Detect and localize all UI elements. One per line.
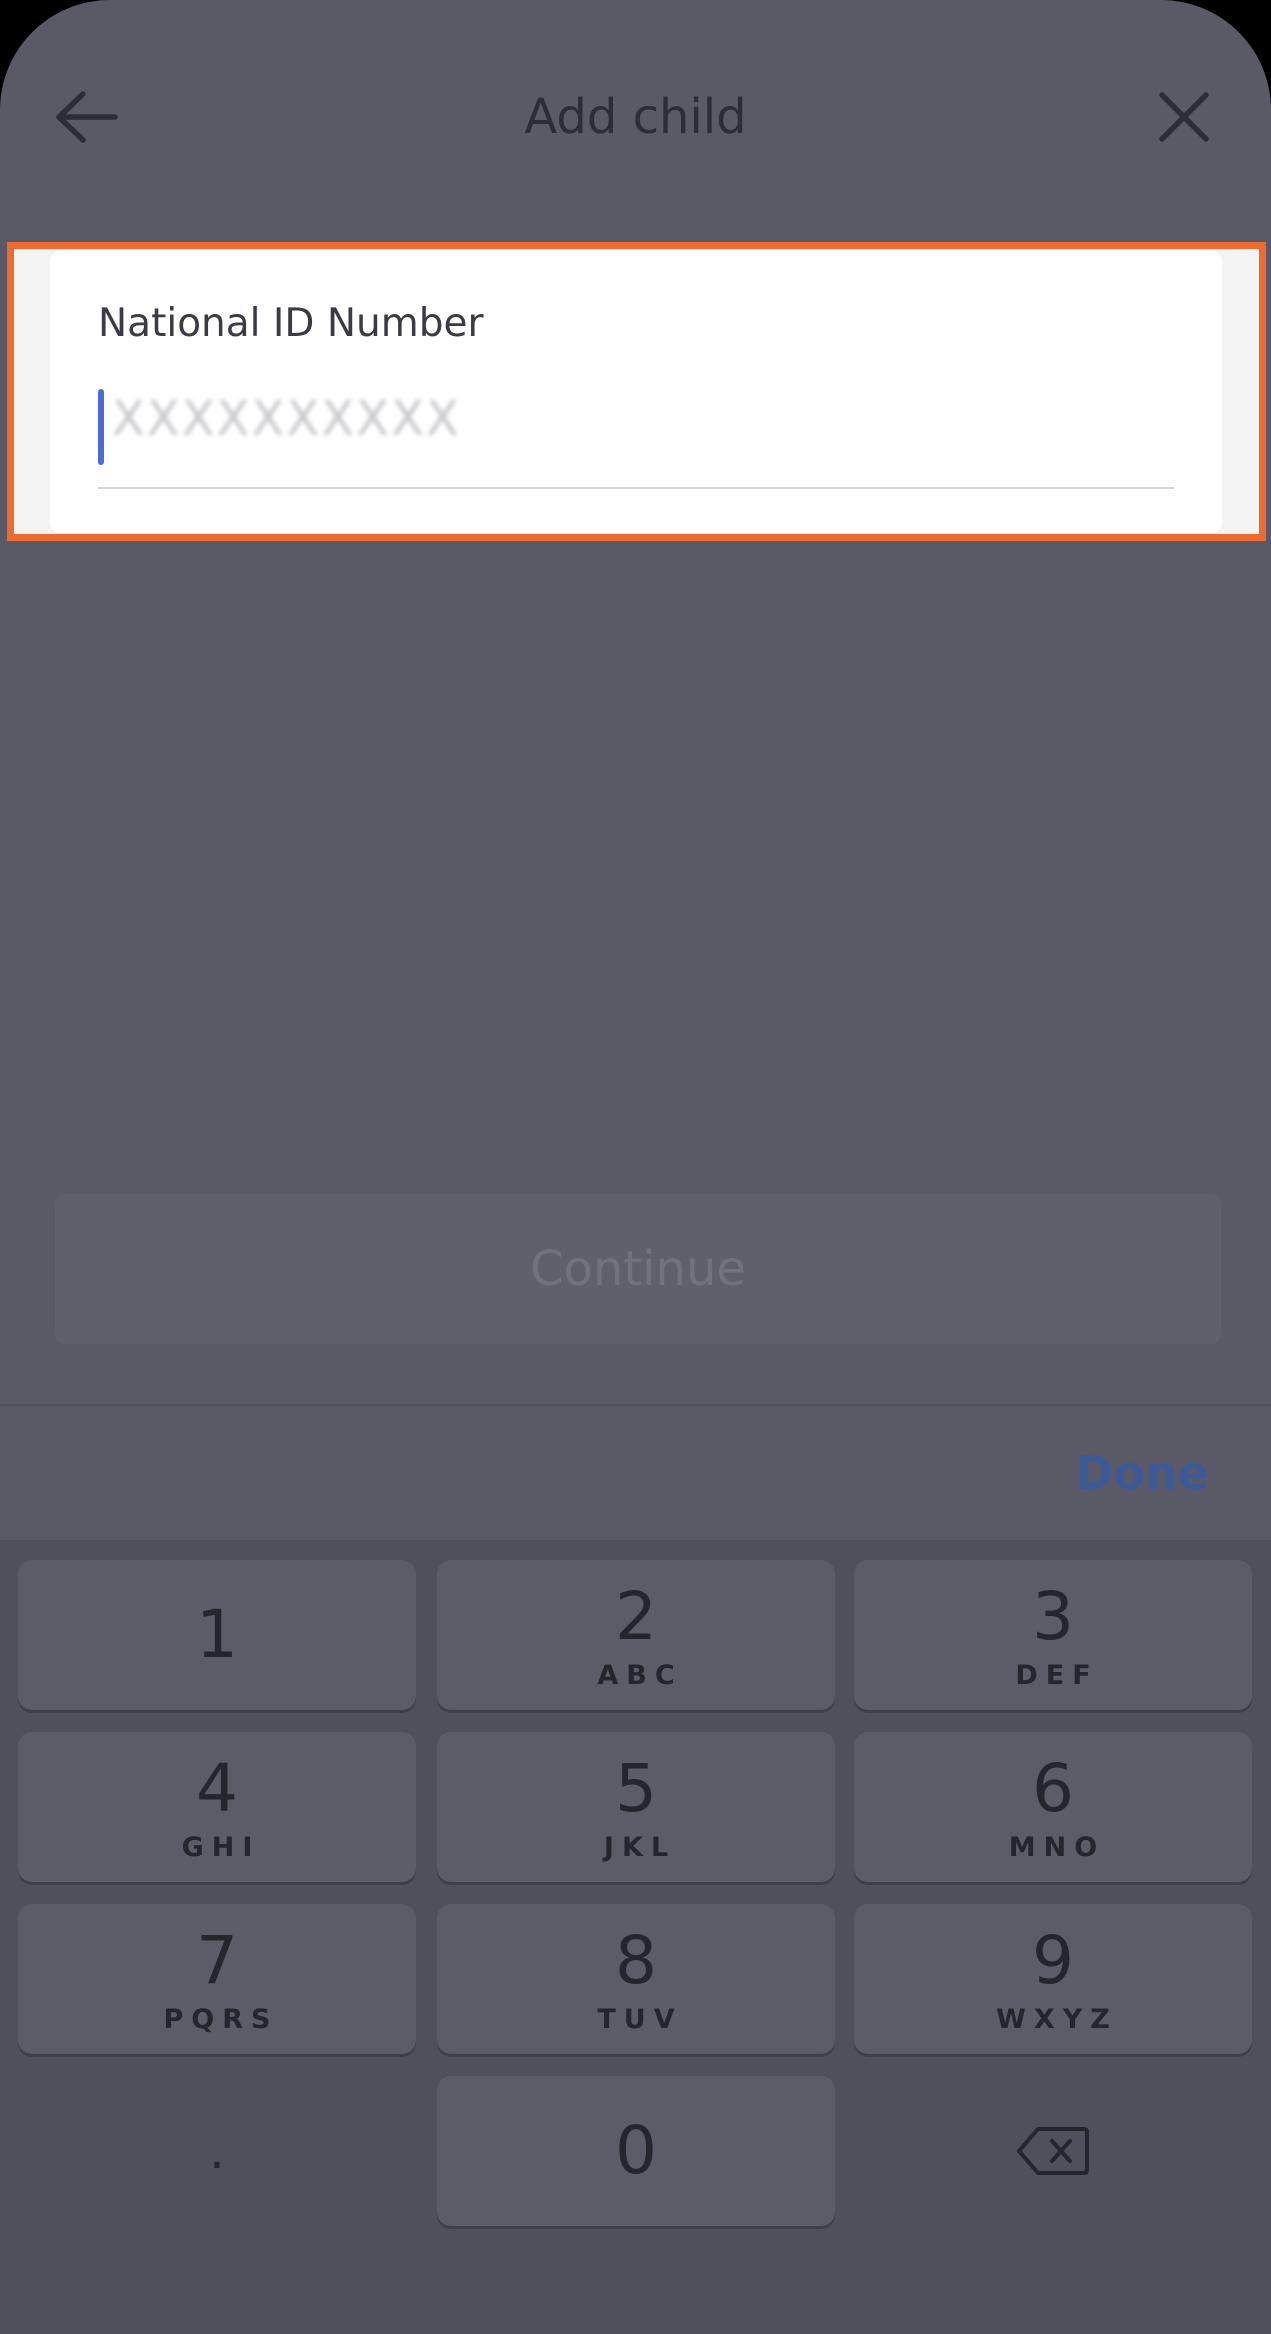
key-3[interactable]: 3 DEF: [854, 1560, 1252, 1710]
key-6[interactable]: 6 MNO: [854, 1732, 1252, 1882]
key-digit: 0: [615, 2112, 657, 2189]
key-2[interactable]: 2 ABC: [437, 1560, 835, 1710]
text-caret: [98, 389, 104, 465]
key-letters: JKL: [603, 1832, 677, 1863]
key-letters: TUV: [597, 2004, 683, 2035]
key-letters: WXYZ: [996, 2004, 1118, 2035]
app-screen: Add child National ID Number Continue Do…: [0, 0, 1271, 2334]
key-4[interactable]: 4 GHI: [18, 1732, 416, 1882]
key-digit: 5: [615, 1750, 657, 1827]
national-id-input[interactable]: [98, 381, 1174, 457]
key-digit: 3: [1032, 1578, 1074, 1655]
key-digit: 1: [196, 1596, 238, 1673]
backspace-icon: [1017, 2127, 1089, 2175]
keyboard-toolbar: Done: [0, 1404, 1271, 1540]
key-letters: MNO: [1008, 1832, 1106, 1863]
key-letters: PQRS: [163, 2004, 279, 2035]
key-decimal-label: .: [209, 2122, 225, 2180]
key-9[interactable]: 9 WXYZ: [854, 1904, 1252, 2054]
key-digit: 6: [1032, 1750, 1074, 1827]
numeric-keypad: 1 2 ABC 3 DEF 4 GHI 5 JKL 6 MNO 7 PQRS 8: [0, 1540, 1271, 2334]
national-id-label: National ID Number: [98, 301, 484, 346]
key-digit: 8: [615, 1922, 657, 1999]
delete-key[interactable]: [854, 2076, 1252, 2226]
key-5[interactable]: 5 JKL: [437, 1732, 835, 1882]
key-digit: 7: [196, 1922, 238, 1999]
key-decimal[interactable]: .: [18, 2076, 416, 2226]
key-digit: 9: [1032, 1922, 1074, 1999]
national-id-card: National ID Number: [50, 251, 1222, 533]
key-letters: ABC: [597, 1660, 683, 1691]
header: Add child: [0, 60, 1271, 170]
close-icon: [1159, 92, 1209, 142]
page-title: Add child: [524, 89, 747, 145]
key-7[interactable]: 7 PQRS: [18, 1904, 416, 2054]
key-digit: 2: [615, 1578, 657, 1655]
close-button[interactable]: [1148, 82, 1220, 152]
input-underline: [98, 487, 1174, 489]
continue-button[interactable]: Continue: [55, 1194, 1221, 1344]
key-0[interactable]: 0: [437, 2076, 835, 2226]
done-button[interactable]: Done: [1075, 1446, 1209, 1500]
key-digit: 4: [196, 1750, 238, 1827]
key-letters: GHI: [181, 1832, 261, 1863]
key-1[interactable]: 1: [18, 1560, 416, 1710]
key-8[interactable]: 8 TUV: [437, 1904, 835, 2054]
key-letters: DEF: [1015, 1660, 1099, 1691]
